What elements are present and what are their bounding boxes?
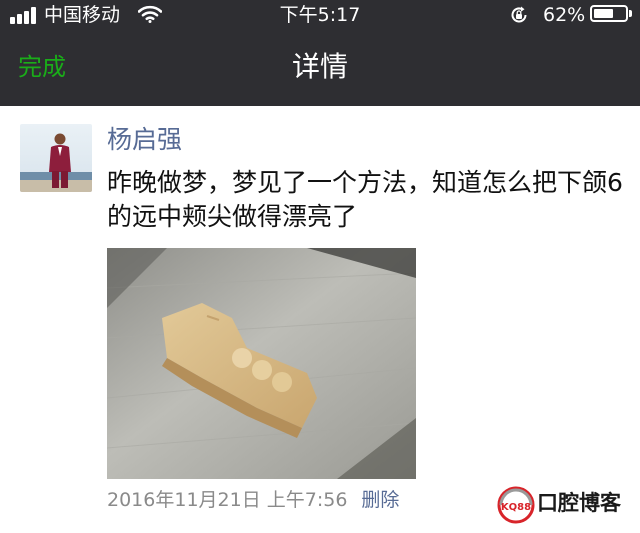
rotation-lock-icon [509, 5, 529, 29]
battery-level-fill [594, 9, 613, 18]
post-text: 昨晚做梦，梦见了一个方法，知道怎么把下颌6的远中颊尖做得漂亮了 [107, 168, 623, 231]
post-timestamp: 2016年11月21日 上午7:56 [107, 489, 348, 511]
watermark-brand: 口腔博客 [537, 491, 621, 515]
battery-percent: 62% [543, 4, 586, 26]
top-bar: 中国移动 下午5:17 62% 完成 详情 [0, 0, 640, 106]
nav-bar: 完成 详情 [0, 30, 640, 106]
post-meta: 2016年11月21日 上午7:56 删除 [107, 486, 399, 514]
battery-icon [590, 5, 628, 22]
post-photo[interactable] [107, 248, 416, 479]
battery-tip [629, 10, 632, 17]
watermark-logo-text: KQ88 [501, 502, 531, 513]
avatar[interactable] [20, 124, 92, 192]
page-title: 详情 [291, 50, 348, 83]
author-name[interactable]: 杨启强 [107, 124, 182, 156]
status-bar: 中国移动 下午5:17 62% [0, 0, 640, 30]
delete-button[interactable]: 删除 [361, 489, 399, 511]
watermark-logo-icon: KQ88 [497, 486, 535, 528]
